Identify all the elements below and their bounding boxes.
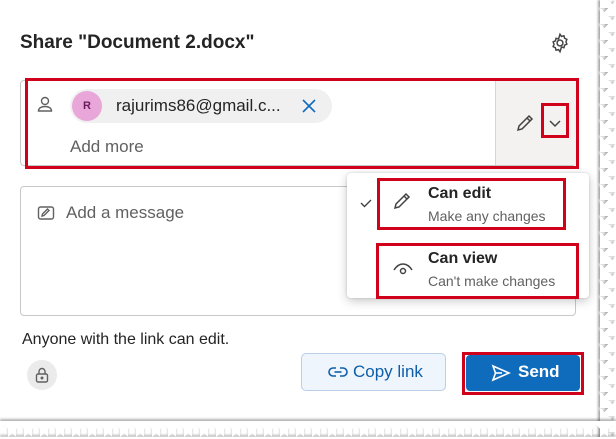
chevron-down-icon[interactable] — [546, 112, 564, 134]
send-button[interactable]: Send — [466, 355, 580, 391]
edit-message-icon — [37, 204, 55, 222]
recipient-email: rajurims86@gmail.c... — [116, 96, 281, 115]
checkmark-icon — [359, 196, 373, 210]
add-more-input[interactable]: Add more — [70, 137, 144, 157]
pencil-icon[interactable] — [514, 112, 536, 134]
eye-icon — [392, 258, 414, 280]
person-icon — [36, 95, 54, 113]
option-title: Can edit — [428, 185, 492, 202]
lock-icon[interactable] — [27, 360, 57, 390]
torn-edge-bottom — [0, 421, 616, 439]
option-subtitle: Can't make changes — [428, 273, 556, 289]
option-subtitle: Make any changes — [428, 208, 546, 224]
link-settings-text[interactable]: Anyone with the link can edit. — [22, 331, 229, 349]
copy-link-label: Copy link — [353, 362, 423, 381]
gear-icon[interactable] — [549, 32, 571, 54]
send-icon — [491, 364, 511, 382]
recipient-chip[interactable]: R rajurims86@gmail.c... — [70, 89, 332, 123]
link-icon — [328, 364, 348, 380]
close-icon[interactable] — [300, 97, 318, 115]
pencil-icon — [391, 190, 413, 212]
avatar: R — [72, 91, 102, 121]
option-title: Can view — [428, 250, 498, 267]
message-placeholder: Add a message — [66, 203, 185, 222]
send-label: Send — [518, 362, 560, 381]
torn-edge-right — [600, 0, 616, 439]
dialog-title: Share "Document 2.docx" — [20, 32, 255, 53]
copy-link-button[interactable]: Copy link — [301, 353, 446, 391]
